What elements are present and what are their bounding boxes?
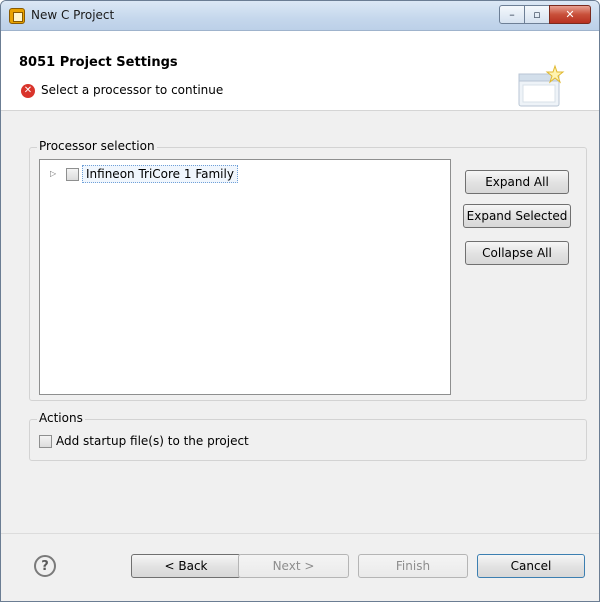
processor-selection-label: Processor selection <box>37 139 157 153</box>
cancel-button[interactable]: Cancel <box>477 554 585 578</box>
status-message: Select a processor to continue <box>41 83 224 97</box>
expand-selected-button[interactable]: Expand Selected <box>463 204 571 228</box>
back-button[interactable]: < Back <box>131 554 241 578</box>
add-startup-files-checkbox[interactable] <box>39 434 52 448</box>
app-icon <box>9 8 25 24</box>
help-icon[interactable]: ? <box>34 555 56 577</box>
footer-separator <box>1 533 599 534</box>
tree-item-checkbox[interactable] <box>66 167 79 181</box>
title-bar[interactable]: New C Project – ▫ ✕ <box>1 1 599 31</box>
next-button[interactable]: Next > <box>238 554 349 578</box>
wizard-banner-icon <box>518 64 565 107</box>
minimize-button[interactable]: – <box>499 5 525 24</box>
add-startup-files-option[interactable]: Add startup file(s) to the project <box>39 434 249 448</box>
window-title: New C Project <box>31 8 115 22</box>
window-controls: – ▫ ✕ <box>499 5 591 25</box>
tree-item[interactable]: ▷ Infineon TriCore 1 Family <box>50 165 238 183</box>
actions-label: Actions <box>37 411 85 425</box>
add-startup-files-label[interactable]: Add startup file(s) to the project <box>56 434 249 448</box>
collapse-all-button[interactable]: Collapse All <box>465 241 569 265</box>
expand-all-button[interactable]: Expand All <box>465 170 569 194</box>
tree-item-label[interactable]: Infineon TriCore 1 Family <box>82 165 238 183</box>
wizard-header: 8051 Project Settings ✕ Select a process… <box>1 31 599 111</box>
page-title: 8051 Project Settings <box>19 55 178 70</box>
close-button[interactable]: ✕ <box>549 5 591 24</box>
error-icon: ✕ <box>21 84 35 98</box>
processor-tree[interactable]: ▷ Infineon TriCore 1 Family <box>39 159 451 395</box>
new-c-project-window: New C Project – ▫ ✕ 8051 Project Setting… <box>0 0 600 602</box>
finish-button[interactable]: Finish <box>358 554 468 578</box>
maximize-button[interactable]: ▫ <box>524 5 550 24</box>
expand-arrow-icon[interactable]: ▷ <box>50 169 60 179</box>
